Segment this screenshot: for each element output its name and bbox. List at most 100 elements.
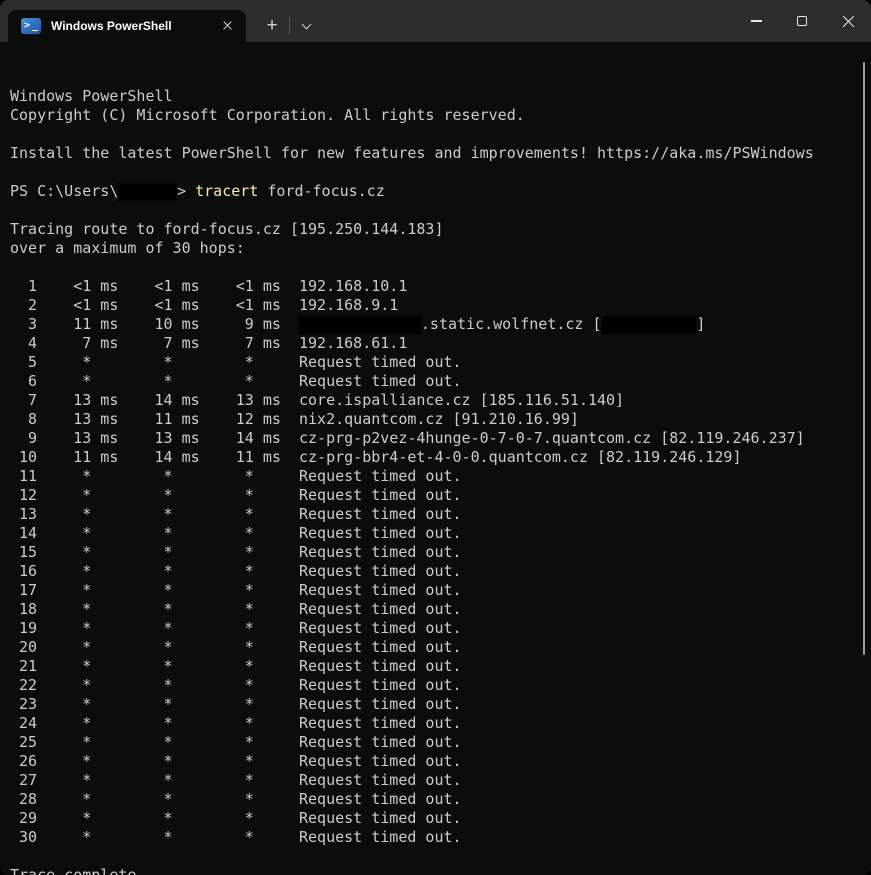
terminal-line: [10, 258, 871, 277]
terminal-text: 12 * * * Request timed out.: [10, 486, 462, 504]
terminal-line: 26 * * * Request timed out.: [10, 752, 871, 771]
terminal-line: 1 <1 ms <1 ms <1 ms 192.168.10.1: [10, 277, 871, 296]
terminal-text: 1 <1 ms <1 ms <1 ms 192.168.10.1: [10, 277, 407, 295]
terminal-line: PS C:\Users\> tracert ford-focus.cz: [10, 182, 871, 201]
terminal-line: 7 13 ms 14 ms 13 ms core.ispalliance.cz …: [10, 391, 871, 410]
powershell-icon: >: [21, 18, 41, 34]
terminal-text: Install the latest PowerShell for new fe…: [10, 144, 814, 162]
scrollbar-thumb[interactable]: [863, 62, 865, 655]
terminal-line: 2 <1 ms <1 ms <1 ms 192.168.9.1: [10, 296, 871, 315]
terminal-line: over a maximum of 30 hops:: [10, 239, 871, 258]
terminal-line: 11 * * * Request timed out.: [10, 467, 871, 486]
terminal-line: 23 * * * Request timed out.: [10, 695, 871, 714]
terminal-text: 5 * * * Request timed out.: [10, 353, 462, 371]
redaction-box: [299, 316, 421, 334]
terminal-line: 22 * * * Request timed out.: [10, 676, 871, 695]
terminal-text: 2 <1 ms <1 ms <1 ms 192.168.9.1: [10, 296, 398, 314]
minimize-icon: [751, 20, 762, 21]
terminal-line: Install the latest PowerShell for new fe…: [10, 144, 871, 163]
terminal-text: 25 * * * Request timed out.: [10, 733, 462, 751]
terminal-line: Windows PowerShell: [10, 87, 871, 106]
tab-dropdown-button[interactable]: [295, 16, 317, 36]
scrollbar-track[interactable]: [861, 42, 871, 875]
terminal-line: 27 * * * Request timed out.: [10, 771, 871, 790]
terminal-line: 28 * * * Request timed out.: [10, 790, 871, 809]
terminal-text: 21 * * * Request timed out.: [10, 657, 462, 675]
terminal-line: 12 * * * Request timed out.: [10, 486, 871, 505]
terminal-line: 6 * * * Request timed out.: [10, 372, 871, 391]
terminal-text: 10 11 ms 14 ms 11 ms cz-prg-bbr4-et-4-0-…: [10, 448, 742, 466]
terminal-line: 4 7 ms 7 ms 7 ms 192.168.61.1: [10, 334, 871, 353]
terminal-text: 28 * * * Request timed out.: [10, 790, 462, 808]
terminal-text: 7 13 ms 14 ms 13 ms core.ispalliance.cz …: [10, 391, 624, 409]
terminal-text: 19 * * * Request timed out.: [10, 619, 462, 637]
terminal-line: 30 * * * Request timed out.: [10, 828, 871, 847]
terminal-line: 19 * * * Request timed out.: [10, 619, 871, 638]
terminal-text: 13 * * * Request timed out.: [10, 505, 462, 523]
terminal-content-area[interactable]: Windows PowerShellCopyright (C) Microsof…: [0, 42, 871, 875]
redaction-box: [118, 183, 177, 201]
terminal-text: ]: [696, 315, 705, 333]
terminal-text: 23 * * * Request timed out.: [10, 695, 462, 713]
minimize-button[interactable]: [733, 0, 779, 42]
terminal-output: Windows PowerShellCopyright (C) Microsof…: [10, 87, 871, 875]
terminal-text: 18 * * * Request timed out.: [10, 600, 462, 618]
terminal-line: [10, 201, 871, 220]
terminal-text: 17 * * * Request timed out.: [10, 581, 462, 599]
terminal-text: Windows PowerShell: [10, 87, 173, 105]
terminal-text: 30 * * * Request timed out.: [10, 828, 462, 846]
close-window-button[interactable]: [825, 0, 871, 42]
terminal-line: 9 13 ms 13 ms 14 ms cz-prg-p2vez-4hunge-…: [10, 429, 871, 448]
terminal-window: > Windows PowerShell + Windows PowerShel…: [0, 0, 871, 875]
terminal-line: 16 * * * Request timed out.: [10, 562, 871, 581]
terminal-line: 8 13 ms 11 ms 12 ms nix2.quantcom.cz [91…: [10, 410, 871, 429]
new-tab-button[interactable]: +: [260, 14, 284, 38]
maximize-button[interactable]: [779, 0, 825, 42]
terminal-line: 20 * * * Request timed out.: [10, 638, 871, 657]
terminal-line: 25 * * * Request timed out.: [10, 733, 871, 752]
maximize-icon: [797, 16, 807, 26]
terminal-text: Tracing route to ford-focus.cz [195.250.…: [10, 220, 443, 238]
terminal-text: 27 * * * Request timed out.: [10, 771, 462, 789]
terminal-line: Trace complete.: [10, 866, 871, 875]
terminal-line: 18 * * * Request timed out.: [10, 600, 871, 619]
terminal-line: 13 * * * Request timed out.: [10, 505, 871, 524]
terminal-text: 24 * * * Request timed out.: [10, 714, 462, 732]
terminal-text: 16 * * * Request timed out.: [10, 562, 462, 580]
terminal-line: 17 * * * Request timed out.: [10, 581, 871, 600]
terminal-line: [10, 163, 871, 182]
terminal-text: 9 13 ms 13 ms 14 ms cz-prg-p2vez-4hunge-…: [10, 429, 805, 447]
terminal-line: 10 11 ms 14 ms 11 ms cz-prg-bbr4-et-4-0-…: [10, 448, 871, 467]
terminal-text: 3 11 ms 10 ms 9 ms: [10, 315, 299, 333]
terminal-text: 22 * * * Request timed out.: [10, 676, 462, 694]
terminal-text: 14 * * * Request timed out.: [10, 524, 462, 542]
terminal-line: 24 * * * Request timed out.: [10, 714, 871, 733]
close-icon: [841, 14, 856, 29]
tab-close-button[interactable]: [220, 18, 236, 34]
terminal-text: 11 * * * Request timed out.: [10, 467, 462, 485]
terminal-text: ford-focus.cz: [258, 182, 384, 200]
tab-title: Windows PowerShell: [51, 19, 220, 33]
terminal-line: 29 * * * Request timed out.: [10, 809, 871, 828]
tab-bar-separator: [289, 17, 290, 34]
terminal-line: 3 11 ms 10 ms 9 ms .static.wolfnet.cz []: [10, 315, 871, 334]
tab-windows-powershell[interactable]: > Windows PowerShell: [8, 10, 246, 42]
redaction-box: [602, 316, 697, 334]
command-text: tracert: [195, 182, 258, 200]
terminal-line: Tracing route to ford-focus.cz [195.250.…: [10, 220, 871, 239]
terminal-text: 29 * * * Request timed out.: [10, 809, 462, 827]
window-controls: [733, 0, 871, 42]
terminal-text: 6 * * * Request timed out.: [10, 372, 462, 390]
plus-icon: +: [266, 15, 277, 37]
terminal-text: 4 7 ms 7 ms 7 ms 192.168.61.1: [10, 334, 407, 352]
terminal-text: .static.wolfnet.cz [: [421, 315, 602, 333]
terminal-text: >: [177, 182, 195, 200]
terminal-text: 20 * * * Request timed out.: [10, 638, 462, 656]
terminal-line: 21 * * * Request timed out.: [10, 657, 871, 676]
terminal-text: Trace complete.: [10, 866, 145, 875]
terminal-line: 15 * * * Request timed out.: [10, 543, 871, 562]
terminal-line: [10, 125, 871, 144]
terminal-line: Copyright (C) Microsoft Corporation. All…: [10, 106, 871, 125]
terminal-text: 26 * * * Request timed out.: [10, 752, 462, 770]
title-bar[interactable]: > Windows PowerShell +: [0, 0, 871, 42]
